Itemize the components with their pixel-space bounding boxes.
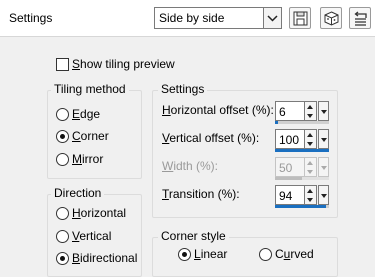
radio-horizontal[interactable] xyxy=(56,207,69,220)
width-stepper xyxy=(305,157,317,177)
show-preview-checkbox[interactable] xyxy=(56,58,69,71)
vertical-offset-field[interactable]: 100 xyxy=(275,129,329,152)
save-preset-button[interactable] xyxy=(289,7,311,29)
reset-icon xyxy=(354,11,367,26)
width-field: 50 xyxy=(275,157,329,180)
direction-title: Direction xyxy=(51,186,105,200)
transition-field[interactable]: 94 xyxy=(275,185,329,208)
preset-dropdown[interactable]: Side by side xyxy=(154,7,282,29)
reset-button[interactable] xyxy=(349,7,371,29)
horizontal-offset-label: Horizontal offset (%): xyxy=(162,103,274,117)
radio-edge[interactable] xyxy=(56,108,69,121)
width-bar xyxy=(275,177,329,180)
width-bar-fill xyxy=(275,177,302,180)
radio-linear[interactable] xyxy=(178,248,191,261)
chevron-down-icon[interactable] xyxy=(263,8,281,28)
save-preset-icon xyxy=(293,11,308,26)
vertical-offset-label: Vertical offset (%): xyxy=(162,131,260,145)
radio-curved-label: Curved xyxy=(275,247,314,261)
radio-vertical[interactable] xyxy=(56,230,69,243)
vertical-offset-input[interactable]: 100 xyxy=(275,129,305,149)
settings-title: Settings xyxy=(158,82,208,96)
transition-stepper[interactable] xyxy=(305,185,317,205)
radio-bidirectional[interactable] xyxy=(56,252,69,265)
randomize-icon xyxy=(324,11,339,26)
corner-style-title: Corner style xyxy=(158,229,229,243)
tiling-method-title: Tiling method xyxy=(51,82,129,96)
radio-mirror[interactable] xyxy=(56,153,69,166)
horizontal-offset-bar xyxy=(275,121,329,124)
randomize-button[interactable] xyxy=(320,7,342,29)
vertical-offset-bar-fill xyxy=(275,149,329,152)
panel-title: Settings xyxy=(9,11,53,25)
horizontal-offset-slider-toggle[interactable] xyxy=(318,101,329,121)
transition-bar xyxy=(275,205,329,208)
radio-edge-label: Edge xyxy=(72,107,101,121)
radio-curved[interactable] xyxy=(259,248,272,261)
horizontal-offset-bar-fill xyxy=(275,121,279,124)
transition-bar-fill xyxy=(275,205,326,208)
vertical-offset-stepper[interactable] xyxy=(305,129,317,149)
horizontal-offset-input[interactable]: 6 xyxy=(275,101,305,121)
transition-input[interactable]: 94 xyxy=(275,185,305,205)
radio-vertical-label: Vertical xyxy=(72,229,112,243)
radio-linear-label: Linear xyxy=(194,247,228,261)
width-label: Width (%): xyxy=(162,159,219,173)
show-preview-label: Show tiling preview xyxy=(72,57,175,71)
radio-horizontal-label: Horizontal xyxy=(72,206,127,220)
radio-bidirectional-label: Bidirectional xyxy=(72,251,138,265)
width-slider-toggle xyxy=(318,157,329,177)
transition-slider-toggle[interactable] xyxy=(318,185,329,205)
header-bar: Settings Side by side xyxy=(0,0,375,37)
width-input: 50 xyxy=(275,157,305,177)
vertical-offset-slider-toggle[interactable] xyxy=(318,129,329,149)
preset-value: Side by side xyxy=(159,11,225,25)
horizontal-offset-field[interactable]: 6 xyxy=(275,101,329,124)
radio-corner-label: Corner xyxy=(72,129,109,143)
horizontal-offset-stepper[interactable] xyxy=(305,101,317,121)
radio-corner[interactable] xyxy=(56,130,69,143)
transition-label: Transition (%): xyxy=(162,187,240,201)
radio-mirror-label: Mirror xyxy=(72,152,104,166)
vertical-offset-bar xyxy=(275,149,329,152)
